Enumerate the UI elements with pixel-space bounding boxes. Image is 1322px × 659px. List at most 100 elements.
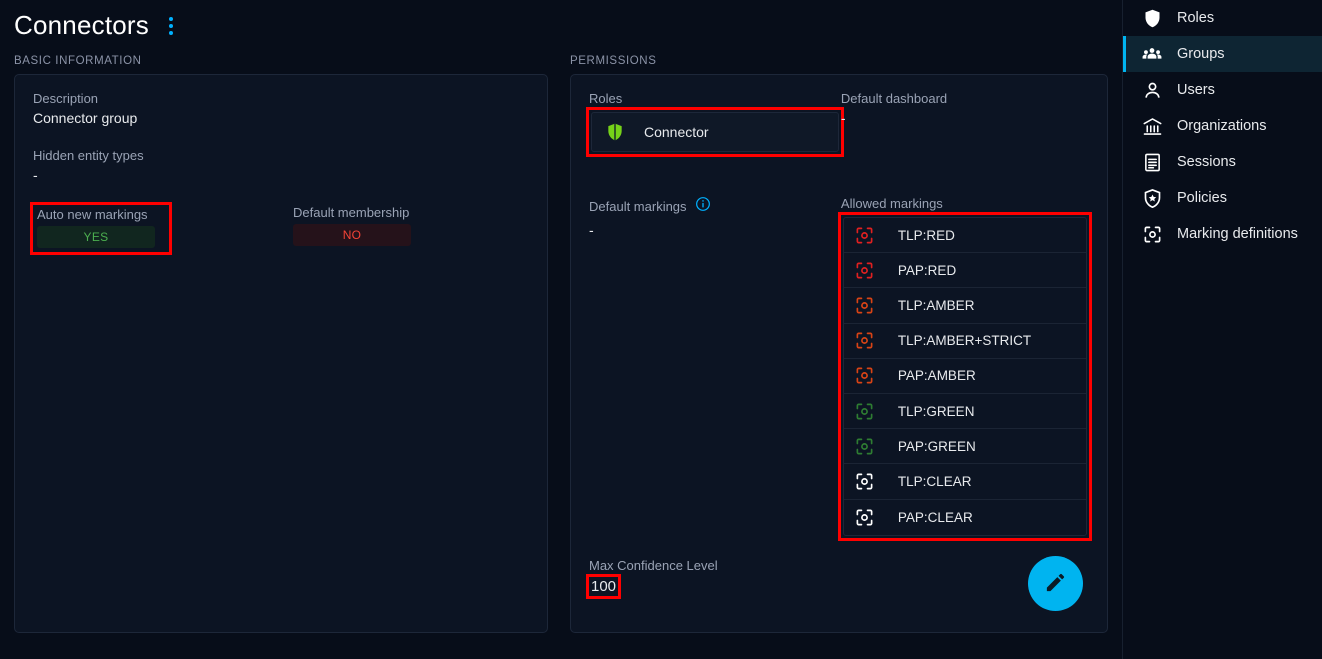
max-confidence-highlight: 100 <box>585 574 622 599</box>
auto-new-markings-label: Auto new markings <box>37 207 148 222</box>
sidebar-item-label: Roles <box>1177 10 1215 26</box>
main-content: Connectors BASIC INFORMATION Description… <box>0 0 1122 659</box>
role-label: Connector <box>644 124 709 140</box>
marking-target-icon <box>854 224 876 246</box>
marking-label: PAP:GREEN <box>897 438 976 454</box>
max-confidence-label: Max Confidence Level <box>589 558 718 573</box>
settings-sidebar: Roles Groups Users Organizations Sessions Pol… <box>1122 0 1322 659</box>
sidebar-item-label: Organizations <box>1177 118 1267 134</box>
edit-button[interactable] <box>1028 556 1083 611</box>
roles-label: Roles <box>589 91 623 106</box>
basic-information-card: Description Connector group Hidden entit… <box>14 74 548 633</box>
dot <box>168 30 173 35</box>
allowed-markings-list: TLP:RED PAP:RED TLP:AMBER TLP:AMBER+STRICT P… <box>842 217 1087 536</box>
default-dashboard-label: Default dashboard <box>840 91 948 106</box>
sidebar-item-sessions[interactable]: Sessions <box>1123 144 1322 180</box>
sidebar-item-label: Marking definitions <box>1177 226 1298 242</box>
default-markings-field: Default markings - <box>589 196 841 538</box>
sidebar-item-marking-definitions[interactable]: Marking definitions <box>1123 216 1322 252</box>
marking-target-icon <box>854 506 876 528</box>
marking-label: TLP:RED <box>897 227 955 243</box>
shield-icon <box>604 121 626 143</box>
role-highlight: Connector <box>586 107 844 157</box>
sidebar-item-policies[interactable]: Policies <box>1123 180 1322 216</box>
default-markings-value: - <box>589 222 594 238</box>
group-icon <box>1141 43 1163 65</box>
sidebar-item-label: Policies <box>1177 190 1227 206</box>
marking-row[interactable]: PAP:CLEAR <box>844 500 1086 535</box>
sidebar-item-users[interactable]: Users <box>1123 72 1322 108</box>
sidebar-item-roles[interactable]: Roles <box>1123 0 1322 36</box>
hidden-entity-types-value: - <box>33 167 38 183</box>
allowed-markings-label: Allowed markings <box>840 196 943 211</box>
permissions-section-label: PERMISSIONS <box>570 55 657 67</box>
marking-target-icon <box>854 294 876 316</box>
marking-label: TLP:CLEAR <box>897 473 972 489</box>
permissions-markings-row: Default markings - Allowed markings TLP:… <box>589 196 1093 541</box>
page-title: Connectors <box>14 10 149 40</box>
dot <box>168 16 173 21</box>
marking-target-icon <box>854 259 876 281</box>
marking-row[interactable]: TLP:GREEN <box>843 394 1086 430</box>
dot <box>168 23 173 28</box>
description-value: Connector group <box>33 110 138 126</box>
marking-row[interactable]: PAP:AMBER <box>843 359 1086 394</box>
marking-row[interactable]: TLP:AMBER+STRICT <box>843 324 1086 359</box>
hidden-entity-types-label: Hidden entity types <box>33 148 144 163</box>
marking-label: PAP:CLEAR <box>897 509 973 525</box>
sidebar-item-label: Sessions <box>1177 154 1236 170</box>
sidebar-item-groups[interactable]: Groups <box>1123 36 1322 72</box>
columns-wrapper: BASIC INFORMATION Description Connector … <box>14 55 1108 633</box>
default-markings-label: Default markings <box>589 199 687 214</box>
marking-label: PAP:AMBER <box>897 368 976 384</box>
marking-target-icon <box>854 330 876 352</box>
default-membership-value: NO <box>293 224 411 246</box>
marking-label: TLP:AMBER+STRICT <box>897 333 1032 349</box>
sidebar-item-organizations[interactable]: Organizations <box>1123 108 1322 144</box>
allowed-markings-field: Allowed markings TLP:RED PAP:RED TLP:AMBER… <box>837 196 1093 541</box>
allowed-markings-highlight: TLP:RED PAP:RED TLP:AMBER TLP:AMBER+STRICT P… <box>837 212 1093 541</box>
default-markings-header: Default markings <box>589 196 841 217</box>
bank-icon <box>1141 115 1163 137</box>
marking-row[interactable]: TLP:RED <box>843 218 1086 254</box>
hidden-entity-types-field: Hidden entity types - <box>33 148 529 183</box>
permissions-card: Roles Connector Default dashboard - Defa… <box>570 74 1108 633</box>
marking-target-icon <box>854 365 876 387</box>
marking-target-icon <box>854 400 876 422</box>
marking-target-icon <box>854 435 876 457</box>
default-dashboard-field: Default dashboard - <box>841 91 1089 154</box>
permissions-column: PERMISSIONS Roles Connector Default dash… <box>570 55 1108 633</box>
auto-new-markings-value: YES <box>37 226 155 248</box>
sidebar-item-label: Groups <box>1177 46 1225 62</box>
marking-row[interactable]: PAP:GREEN <box>843 429 1086 465</box>
sidebar-item-label: Users <box>1177 82 1215 98</box>
max-confidence-field: Max Confidence Level 100 <box>585 558 718 599</box>
basic-information-section-label: BASIC INFORMATION <box>14 55 142 67</box>
info-icon[interactable] <box>695 196 711 217</box>
basic-information-column: BASIC INFORMATION Description Connector … <box>14 55 548 633</box>
shield-icon <box>1141 7 1163 29</box>
permissions-top-row: Roles Connector Default dashboard - <box>586 91 1089 157</box>
shield-star-icon <box>1141 187 1163 209</box>
default-membership-field: Default membership NO <box>169 205 411 252</box>
vertical-dots-icon[interactable] <box>163 13 179 39</box>
role-item-connector[interactable]: Connector <box>591 112 839 152</box>
max-confidence-value: 100 <box>591 578 617 595</box>
description-label: Description <box>33 91 99 106</box>
marking-label: TLP:AMBER <box>897 297 975 313</box>
marking-target-icon <box>854 470 876 492</box>
auto-new-markings-field: Auto new markings YES <box>30 202 172 255</box>
description-field: Description Connector group <box>33 91 529 126</box>
pencil-icon <box>1044 571 1067 597</box>
marking-row[interactable]: PAP:RED <box>843 253 1086 289</box>
default-membership-label: Default membership <box>293 205 410 220</box>
marking-row[interactable]: TLP:CLEAR <box>843 464 1086 500</box>
marking-row[interactable]: TLP:AMBER <box>843 288 1086 324</box>
marking-target-icon <box>1141 223 1163 245</box>
person-icon <box>1141 79 1163 101</box>
flags-row: Auto new markings YES Default membership… <box>30 202 529 255</box>
marking-label: PAP:RED <box>897 262 957 278</box>
roles-field: Roles Connector <box>586 91 844 157</box>
marking-label: TLP:GREEN <box>897 403 975 419</box>
default-dashboard-value: - <box>840 110 846 126</box>
